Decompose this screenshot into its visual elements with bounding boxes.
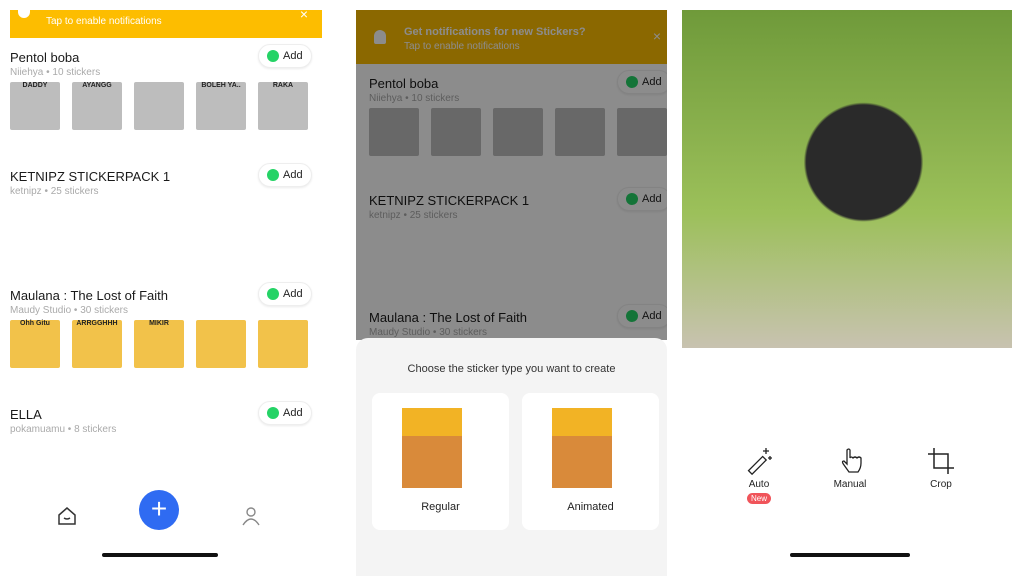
banner-text: Tap to enable notifications: [46, 16, 162, 27]
sticker-thumbnail[interactable]: Ohh Gitu: [10, 320, 60, 368]
add-to-whatsapp-button[interactable]: Add: [258, 44, 312, 68]
whatsapp-icon: [267, 288, 279, 300]
sticker-pack[interactable]: Maulana : The Lost of Faith Maudy Studio…: [10, 282, 312, 398]
home-indicator: [102, 553, 218, 557]
new-badge: New: [746, 493, 771, 504]
tool-label: Crop: [930, 479, 952, 490]
pack-subtitle: Niiehya • 10 stickers: [10, 67, 101, 78]
sticker-thumbnail[interactable]: MIKIR: [134, 320, 184, 368]
pack-subtitle: pokamuamu • 8 stickers: [10, 424, 117, 435]
sticker-type-sheet: Choose the sticker type you want to crea…: [356, 338, 667, 576]
sticker-thumbnail[interactable]: [134, 82, 184, 130]
option-label: Regular: [421, 501, 460, 513]
user-icon[interactable]: [241, 506, 261, 526]
doge-image: [402, 408, 462, 488]
sticker-thumbnail[interactable]: [10, 439, 60, 487]
pack-title: Maulana : The Lost of Faith: [10, 288, 169, 303]
sticker-thumbnail[interactable]: [10, 201, 60, 249]
home-indicator: [790, 553, 910, 557]
sticker-thumbnail[interactable]: [134, 439, 184, 487]
pack-subtitle: Maudy Studio • 30 stickers: [10, 305, 128, 316]
whatsapp-icon: [267, 50, 279, 62]
tool-label: Auto: [748, 479, 770, 490]
regular-option-card[interactable]: Regular: [372, 393, 509, 530]
sticker-thumbnail[interactable]: [196, 320, 246, 368]
notification-banner[interactable]: Tap to enable notifications ×: [10, 6, 322, 38]
add-to-whatsapp-button[interactable]: Add: [258, 163, 312, 187]
home-icon[interactable]: [57, 506, 77, 526]
sticker-thumbnail[interactable]: AYANGG: [72, 82, 122, 130]
sticker-thumbnail[interactable]: [134, 201, 184, 249]
dim-overlay[interactable]: [356, 10, 667, 340]
sticker-thumbnail[interactable]: [258, 439, 308, 487]
sticker-thumbnail[interactable]: RAKA: [258, 82, 308, 130]
bottom-nav: +: [0, 490, 322, 542]
add-label: Add: [283, 407, 303, 419]
tool-manual[interactable]: Manual: [820, 446, 880, 490]
whatsapp-icon: [267, 407, 279, 419]
add-label: Add: [283, 169, 303, 181]
add-to-whatsapp-button[interactable]: Add: [258, 401, 312, 425]
close-icon[interactable]: ×: [300, 6, 308, 22]
add-label: Add: [283, 288, 303, 300]
option-label: Animated: [567, 501, 614, 513]
add-to-whatsapp-button[interactable]: Add: [258, 282, 312, 306]
pack-title: Pentol boba: [10, 50, 80, 65]
photo-preview: [682, 10, 1012, 348]
pack-title: KETNIPZ STICKERPACK 1: [10, 169, 171, 184]
sticker-thumbnail[interactable]: ARRGGHHH: [72, 320, 122, 368]
add-label: Add: [283, 50, 303, 62]
sheet-prompt: Choose the sticker type you want to crea…: [407, 363, 616, 375]
create-sticker-button[interactable]: +: [139, 490, 179, 530]
doge-image: [552, 408, 612, 488]
tool-crop[interactable]: Crop: [911, 446, 971, 490]
hand-pointer-icon: [841, 448, 862, 473]
sticker-pack[interactable]: Pentol boba Niiehya • 10 stickers Add DAD…: [10, 44, 312, 160]
sticker-thumbnail[interactable]: [196, 201, 246, 249]
sticker-thumbnail[interactable]: [72, 439, 122, 487]
sticker-pack[interactable]: KETNIPZ STICKERPACK 1 ketnipz • 25 stick…: [10, 163, 312, 279]
tool-label: Manual: [833, 479, 867, 490]
sticker-thumbnail[interactable]: [196, 439, 246, 487]
pack-subtitle: ketnipz • 25 stickers: [10, 186, 99, 197]
pack-title: ELLA: [10, 407, 42, 422]
animated-option-card[interactable]: Animated: [522, 393, 659, 530]
crop-icon: [928, 448, 954, 474]
sticker-thumbnail[interactable]: BOLEH YA..: [196, 82, 246, 130]
sticker-thumbnail[interactable]: [258, 320, 308, 368]
whatsapp-icon: [267, 169, 279, 181]
sticker-thumbnail[interactable]: DADDY: [10, 82, 60, 130]
tool-auto[interactable]: Auto New: [729, 446, 789, 504]
background-list: Get notifications for new Stickers? Tap …: [356, 10, 667, 340]
magic-wand-icon: [747, 448, 772, 476]
sticker-thumbnail[interactable]: [72, 201, 122, 249]
bell-icon: [18, 10, 30, 18]
sticker-thumbnail[interactable]: [258, 201, 308, 249]
